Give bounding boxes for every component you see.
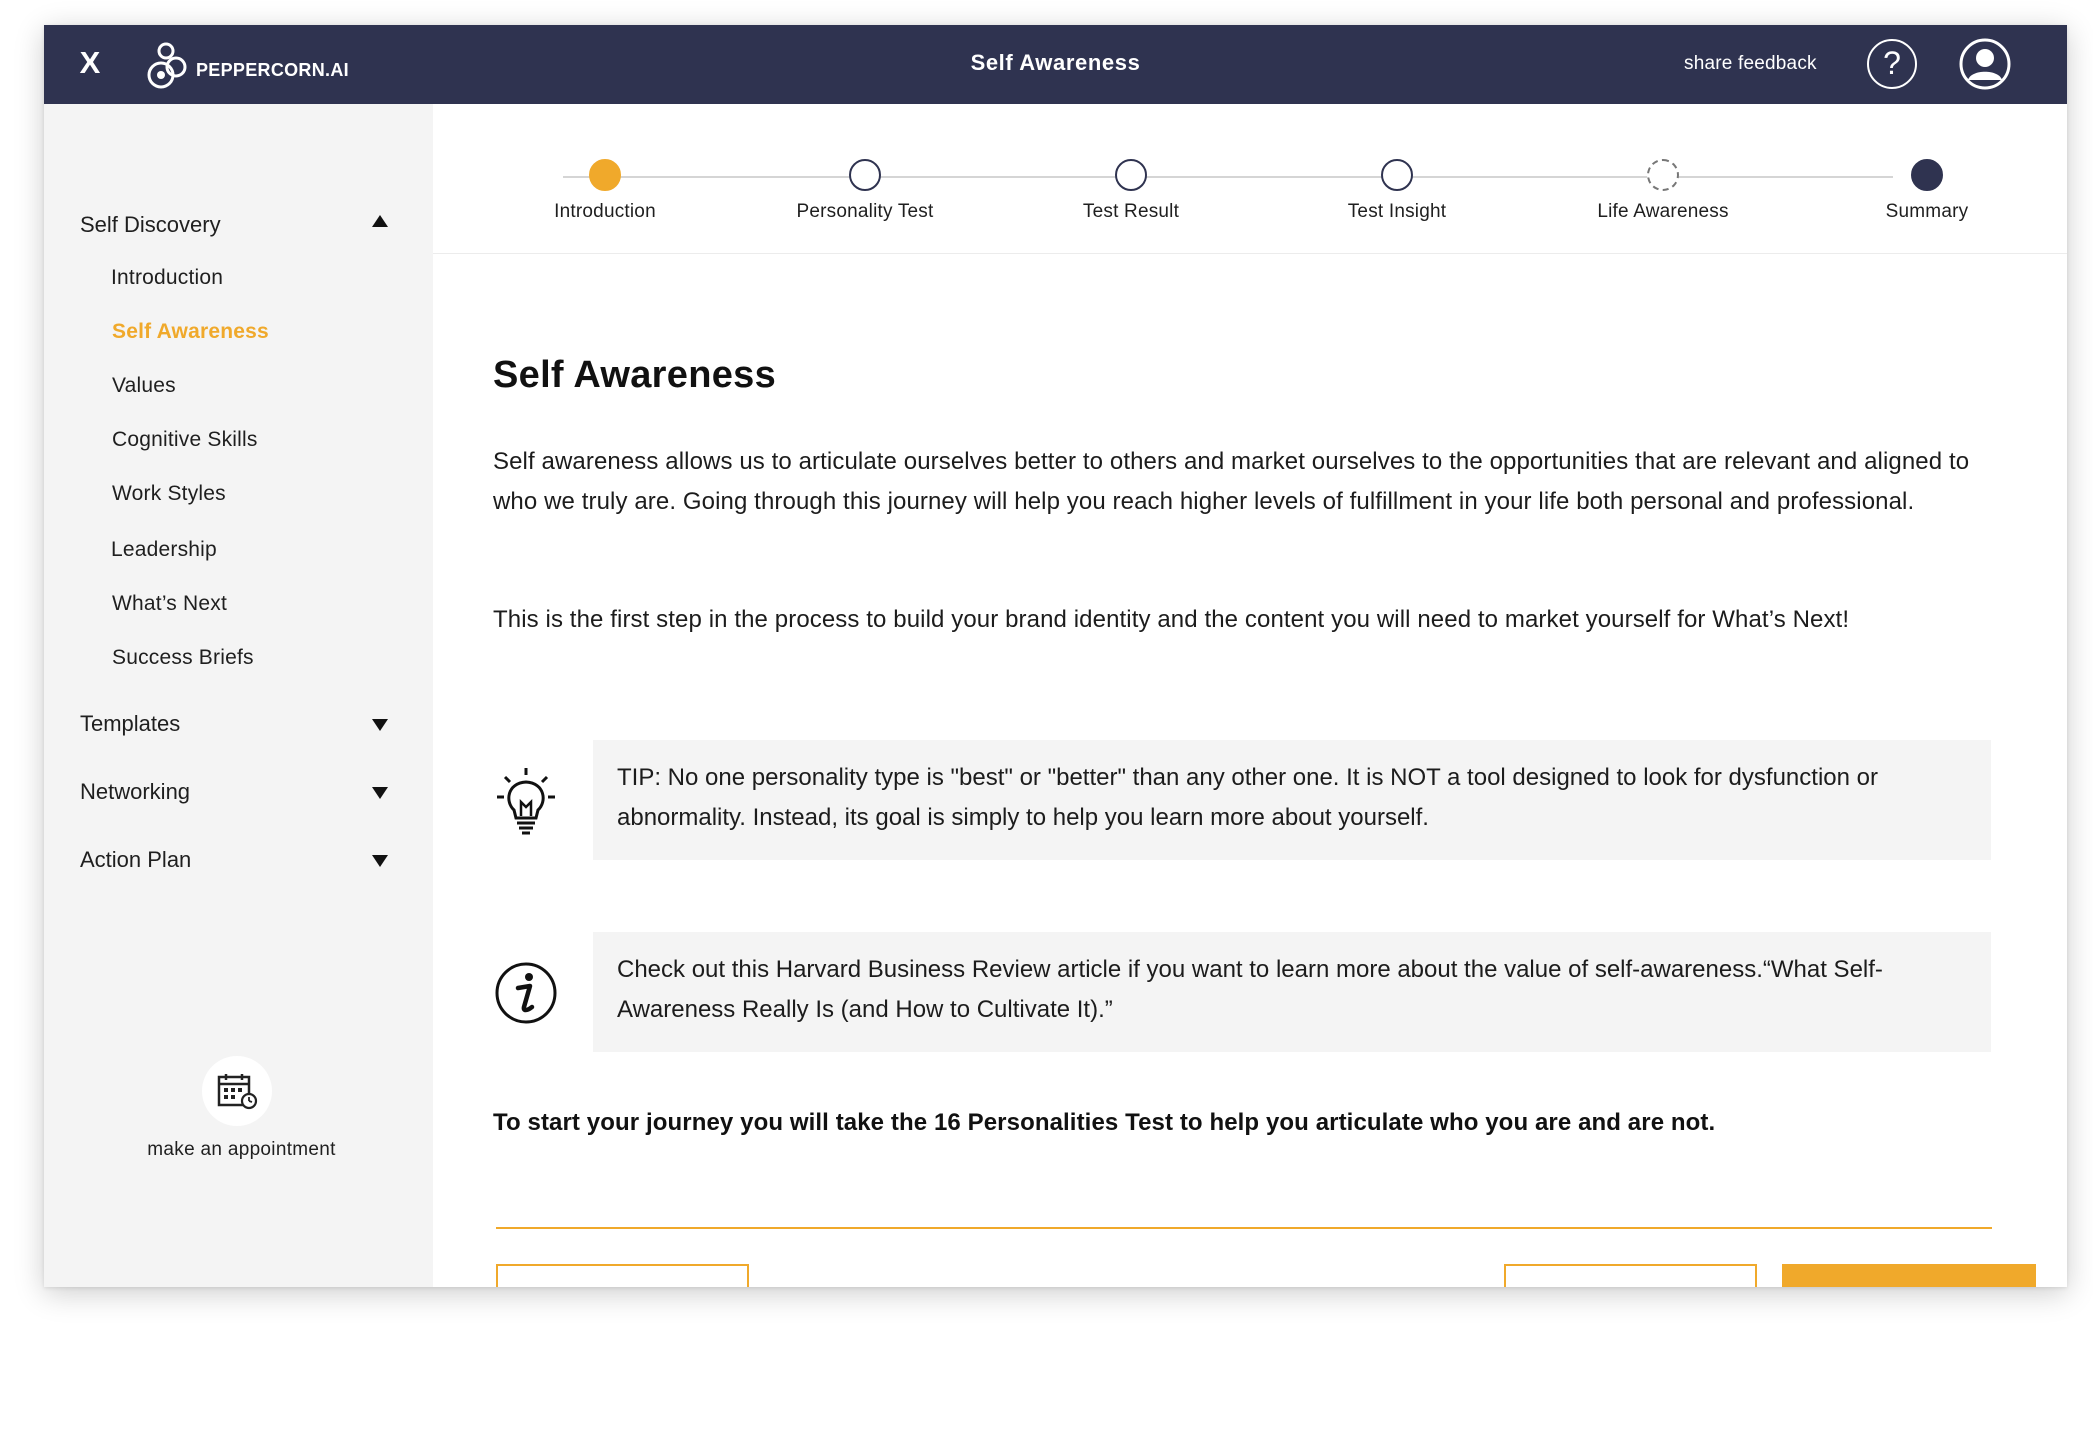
peppercorn-logo-icon (147, 42, 187, 89)
step-label: Test Insight (1347, 201, 1447, 222)
step-test-insight[interactable]: Test Insight (1297, 159, 1497, 223)
caret-down-icon (372, 719, 388, 731)
sidebar-item-cognitive-skills[interactable]: Cognitive Skills (112, 428, 258, 452)
step-dot (589, 159, 621, 191)
step-label: Introduction (554, 201, 656, 222)
previous-section-button[interactable]: PREVIOUS SECTION (496, 1264, 749, 1287)
intro-paragraph: Self awareness allows us to articulate o… (493, 448, 1970, 515)
sidebar-item-values[interactable]: Values (112, 374, 176, 398)
sidebar-item-self-awareness[interactable]: Self Awareness (112, 320, 269, 344)
section-heading: Self Awareness (493, 354, 777, 396)
sidebar-section-action-plan[interactable]: Action Plan (80, 847, 400, 873)
step-dot (1115, 159, 1147, 191)
step-personality-test[interactable]: Personality Test (765, 159, 965, 223)
caret-down-icon (372, 855, 388, 867)
call-to-action: To start your journey you will take the … (493, 1109, 1716, 1136)
step-summary[interactable]: Summary (1827, 159, 2027, 223)
step-test-result[interactable]: Test Result (1031, 159, 1231, 223)
sidebar-section-templates[interactable]: Templates (80, 711, 400, 737)
close-button[interactable]: X (72, 45, 108, 81)
caret-down-icon (372, 787, 388, 799)
sidebar-section-label: Templates (80, 711, 181, 736)
progress-stepper: Introduction Personality Test Test Resul… (433, 104, 2067, 254)
step-label: Life Awareness (1597, 201, 1729, 222)
logo-text: PEPPERCORN.AI (196, 59, 349, 80)
info-callout[interactable]: Check out this Harvard Business Review a… (593, 932, 1991, 1052)
sidebar-section-self-discovery[interactable]: Self Discovery (80, 212, 400, 238)
step-label: Test Result (1082, 201, 1180, 222)
step-life-awareness[interactable]: Life Awareness (1563, 159, 1763, 223)
top-bar: X PEPPERCORN.AI Self Awareness share fee… (44, 25, 2067, 104)
logo[interactable]: PEPPERCORN.AI (144, 35, 349, 95)
step-label: Summary (1885, 201, 1969, 222)
step-introduction[interactable]: Introduction (505, 159, 705, 223)
sidebar-section-label: Self Discovery (80, 212, 221, 237)
sidebar-item-introduction[interactable]: Introduction (111, 266, 223, 290)
caret-up-icon (372, 215, 388, 227)
step-dot (849, 159, 881, 191)
sidebar-section-label: Action Plan (80, 847, 192, 872)
user-avatar-icon[interactable] (1959, 38, 2011, 90)
info-icon (493, 955, 559, 1031)
sidebar-item-leadership[interactable]: Leadership (111, 538, 217, 562)
sidebar-item-work-styles[interactable]: Work Styles (112, 482, 226, 506)
sidebar-item-success-briefs[interactable]: Success Briefs (112, 646, 254, 670)
tip-callout: TIP: No one personality type is "best" o… (593, 740, 1991, 860)
step-dot (1381, 159, 1413, 191)
first-step-paragraph: This is the first step in the process to… (493, 606, 1850, 633)
help-icon[interactable]: ? (1867, 39, 1917, 89)
calendar-clock-icon (217, 1074, 258, 1110)
sidebar: Self Discovery Introduction Self Awarene… (44, 104, 433, 1287)
next-section-button[interactable]: NEXT SECTION (1782, 1264, 2036, 1287)
appointment-button[interactable] (202, 1056, 272, 1126)
step-dot (1911, 159, 1943, 191)
divider (496, 1227, 1992, 1229)
app-window: X PEPPERCORN.AI Self Awareness share fee… (44, 25, 2067, 1287)
sidebar-section-label: Networking (80, 779, 191, 804)
save-and-continue-button[interactable]: SAVE AND CONTINUE (1504, 1264, 1757, 1287)
share-feedback-link[interactable]: share feedback (1684, 53, 1817, 75)
sidebar-section-networking[interactable]: Networking (80, 779, 400, 805)
step-dot (1647, 159, 1679, 191)
lightbulb-icon (493, 764, 559, 840)
appointment-label[interactable]: make an appointment (104, 1139, 379, 1161)
step-label: Personality Test (796, 201, 934, 222)
sidebar-item-whats-next[interactable]: What’s Next (112, 592, 227, 616)
